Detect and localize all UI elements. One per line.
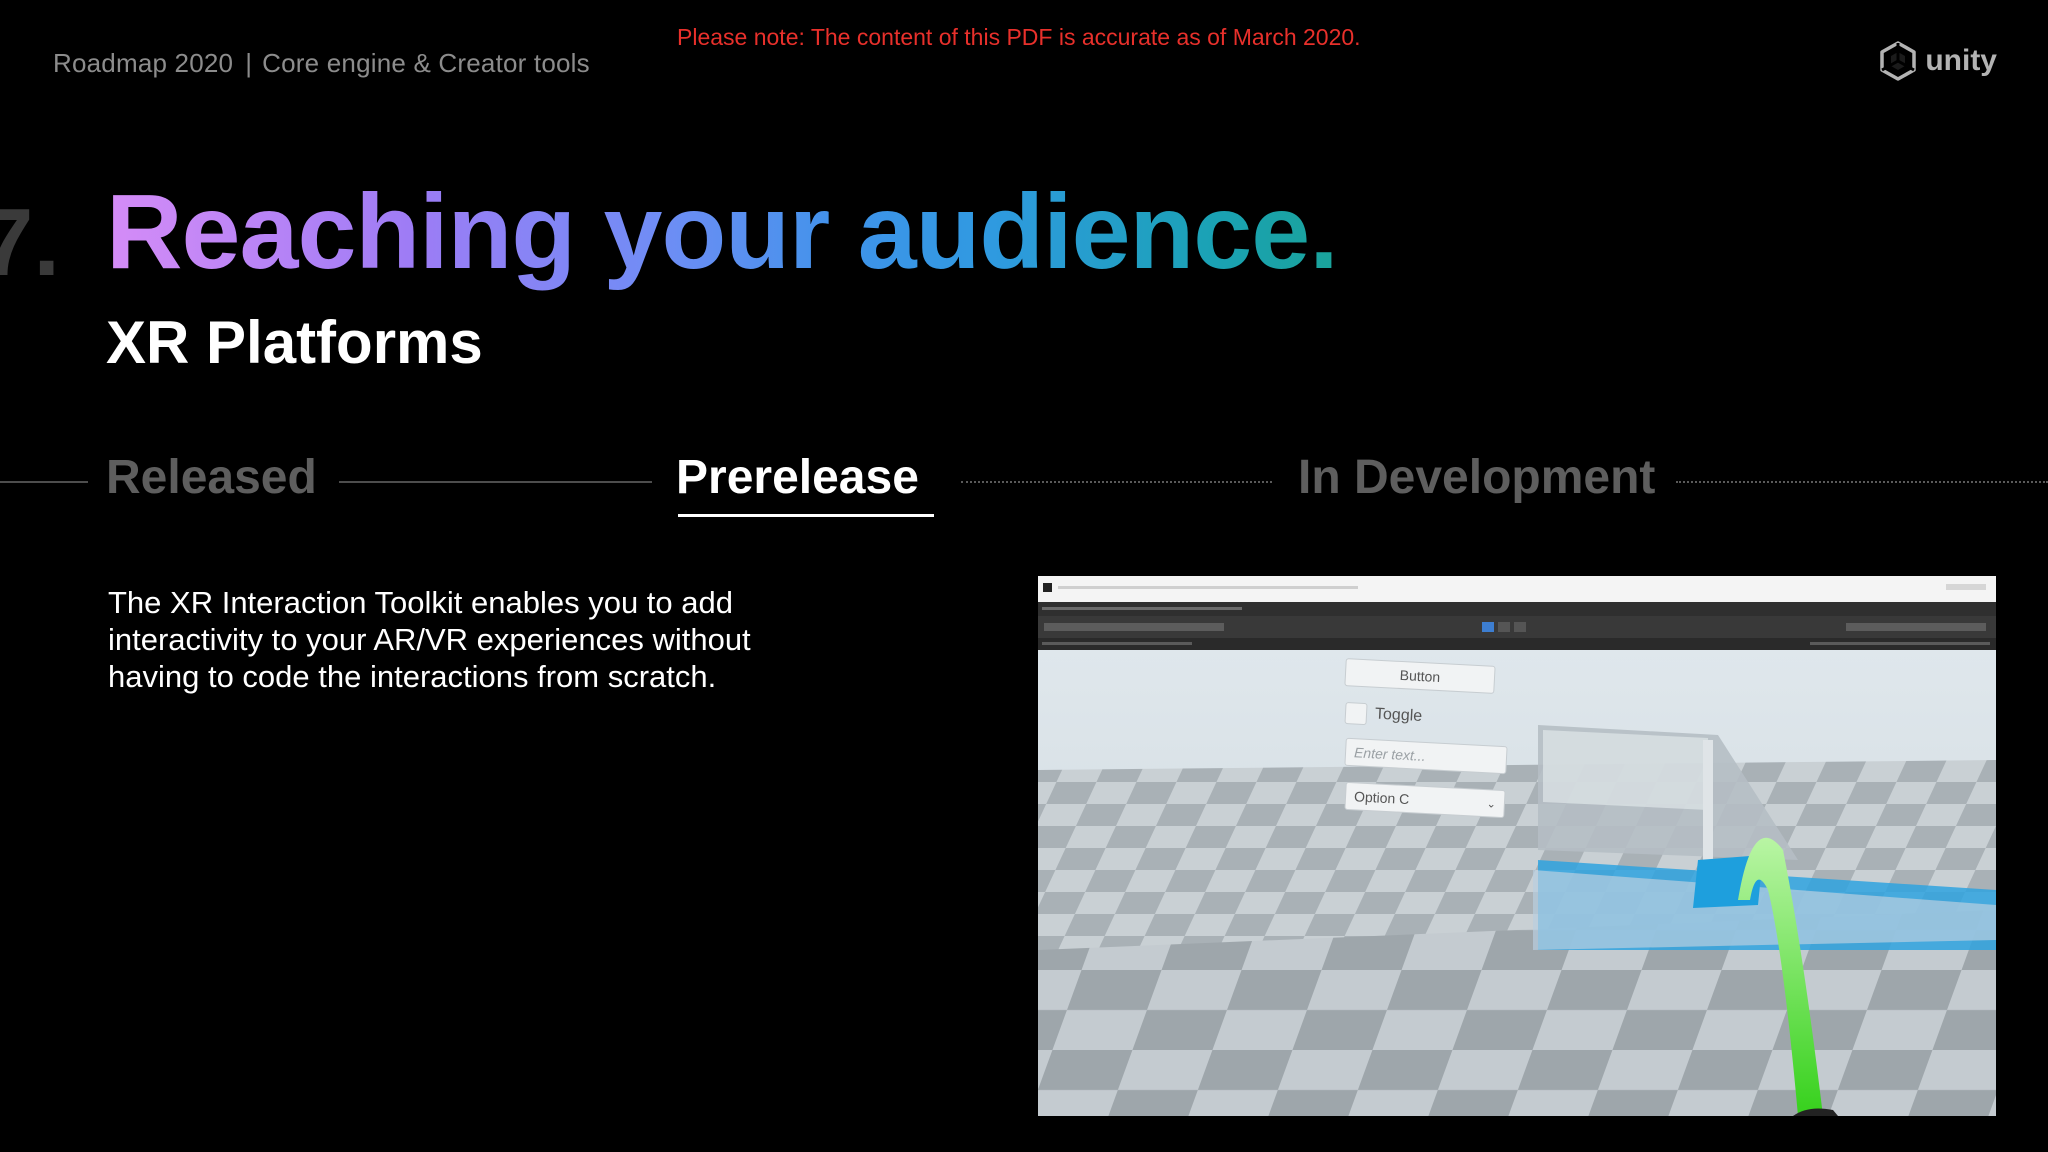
window-controls	[1946, 584, 1986, 590]
description-text: The XR Interaction Toolkit enables you t…	[108, 585, 751, 694]
editor-app-icon	[1043, 583, 1052, 592]
breadcrumb-title: Roadmap 2020	[53, 48, 234, 78]
editor-menubar	[1038, 602, 1996, 616]
editor-toolbar	[1038, 616, 1996, 638]
panel-post	[1703, 740, 1713, 870]
editor-titlebar	[1038, 576, 1996, 602]
logo-wordmark: unity	[1925, 44, 1997, 77]
timeline-line-mid	[339, 481, 652, 483]
timeline-line-dotted-1	[961, 481, 1272, 483]
menubar-items	[1042, 607, 1242, 610]
pause-button[interactable]	[1498, 622, 1510, 632]
vr-toggle-checkbox[interactable]	[1344, 701, 1368, 726]
game-view-options	[1042, 642, 1192, 645]
vr-toggle-label: Toggle	[1374, 705, 1423, 726]
breadcrumb-separator: |	[245, 48, 253, 78]
unity-cube-icon	[1877, 40, 1919, 82]
active-stage-underline	[678, 514, 934, 517]
vr-toggle[interactable]: Toggle	[1344, 701, 1423, 728]
page-title: Reaching your audience.	[106, 173, 1339, 291]
game-view-bar	[1038, 638, 1996, 650]
breadcrumb-section: Core engine & Creator tools	[262, 48, 590, 78]
editor-title-placeholder	[1058, 586, 1358, 589]
glass-panel	[1543, 730, 1708, 810]
unity-logo: unity	[1877, 40, 1997, 82]
vr-viewport: Button Toggle Enter text... Option C ⌄	[1038, 650, 1996, 1116]
stage-in-development: In Development	[1298, 451, 1656, 504]
vr-input-placeholder: Enter text...	[1353, 744, 1427, 764]
timeline-line-dotted-2	[1676, 481, 2048, 483]
timeline-line-left	[0, 481, 88, 483]
toolbar-right-controls	[1846, 623, 1986, 631]
vr-button-label: Button	[1399, 666, 1441, 686]
stage-prerelease: Prerelease	[676, 451, 919, 504]
vr-scene	[1038, 650, 1996, 1116]
breadcrumb: Roadmap 2020 | Core engine & Creator tools	[53, 48, 590, 79]
stage-released: Released	[106, 451, 317, 504]
vr-dropdown-value: Option C	[1353, 788, 1410, 808]
chevron-down-icon: ⌄	[1486, 797, 1497, 811]
section-number: 7.	[0, 189, 61, 296]
page-subtitle: XR Platforms	[106, 309, 483, 376]
accuracy-notice: Please note: The content of this PDF is …	[677, 24, 1361, 50]
toolbar-tools	[1044, 623, 1224, 631]
xr-demo-screenshot: Button Toggle Enter text... Option C ⌄	[1038, 576, 1996, 1116]
game-view-toggles	[1810, 642, 1990, 645]
step-button[interactable]	[1514, 622, 1526, 632]
play-button[interactable]	[1482, 622, 1494, 632]
